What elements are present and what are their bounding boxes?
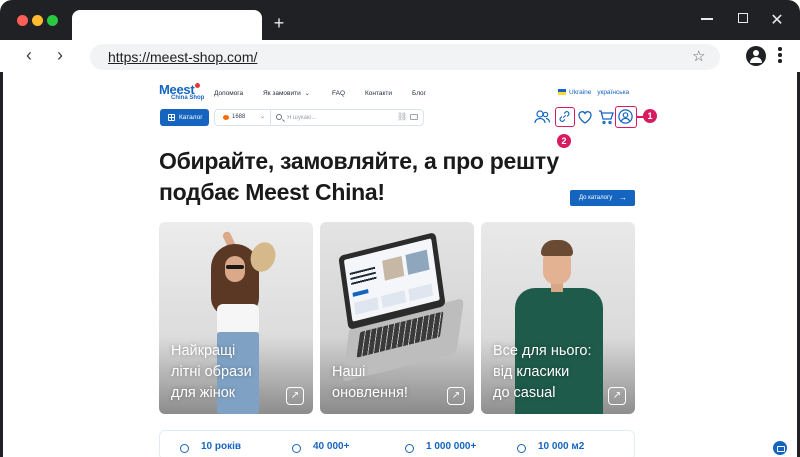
marketplace-logo-icon: [223, 115, 229, 120]
logo-dot-icon: [195, 83, 200, 88]
stat-parcels: 1 000 000+: [426, 441, 477, 452]
heart-icon[interactable]: [576, 108, 594, 126]
man-photo-hair: [541, 240, 573, 256]
catalog-button[interactable]: Каталог: [160, 109, 209, 126]
address-bar[interactable]: https://meest-shop.com/ ☆: [90, 44, 720, 70]
window-frame-left: [0, 72, 3, 457]
new-tab-button[interactable]: +: [270, 13, 288, 33]
promo-card-updates[interactable]: Наші оновлення! ↗: [320, 222, 474, 414]
laptop-photo-button: [352, 289, 369, 297]
bookmark-star-icon[interactable]: ☆: [692, 47, 705, 65]
hero-title-line-1: Обирайте, замовляйте, а про решту: [159, 148, 559, 174]
go-to-catalog-label: До каталогу: [579, 195, 613, 201]
language-selector[interactable]: Ukraine українська: [558, 89, 629, 96]
country-label: Ukraine: [569, 89, 592, 96]
nav-link-help[interactable]: Допомога: [214, 90, 243, 97]
nav-link-faq[interactable]: FAQ: [332, 90, 345, 97]
link-search-icon[interactable]: ⛓: [397, 112, 407, 121]
maximize-icon[interactable]: [738, 13, 748, 23]
ukraine-flag-icon: [558, 89, 566, 95]
woman-photo-sunglasses: [226, 265, 244, 269]
referral-users-icon[interactable]: [533, 108, 551, 126]
location-pin-icon: [517, 444, 526, 453]
promo-card-men-casual[interactable]: Все для нього: від класики до casual ↗: [481, 222, 635, 414]
stat-area: 10 000 м2: [538, 441, 585, 452]
woman-photo-top: [217, 304, 259, 332]
back-arrow-icon[interactable]: ‹: [19, 46, 39, 66]
hero-title-line-2: подбає Meest China!: [159, 179, 385, 205]
site-logo[interactable]: Meest China Shop: [159, 82, 204, 101]
arrow-up-right-icon[interactable]: ↗: [608, 387, 626, 405]
minimize-window-dot[interactable]: [32, 15, 43, 26]
nav-link-how-to-order[interactable]: Як замовити ⌄: [263, 90, 310, 97]
promo-card-title-line: літні образи: [171, 364, 252, 380]
annotation-badge-1: 1: [643, 109, 657, 123]
laptop-photo-image-2: [405, 249, 430, 275]
arrow-up-right-icon[interactable]: ↗: [286, 387, 304, 405]
woman-photo-face: [225, 256, 245, 282]
promo-card-title-line: Все для нього:: [493, 343, 592, 359]
location-pin-icon: [405, 444, 414, 453]
nav-link-contacts[interactable]: Контакти: [365, 90, 392, 97]
search-input[interactable]: [287, 112, 387, 123]
cart-icon[interactable]: [597, 108, 615, 126]
search-icon: [276, 114, 282, 120]
location-pin-icon: [180, 444, 189, 453]
account-icon[interactable]: [615, 106, 637, 128]
grid-icon: [168, 114, 175, 121]
promo-card-title-line: Наші: [332, 364, 366, 380]
forward-arrow-icon[interactable]: ›: [50, 46, 70, 66]
laptop-photo-image-1: [382, 255, 405, 281]
browser-tab-active[interactable]: [72, 10, 262, 40]
close-window-dot[interactable]: [17, 15, 28, 26]
arrow-up-right-icon[interactable]: ↗: [447, 387, 465, 405]
language-separator: [593, 89, 595, 96]
promo-card-title-line: для жінок: [171, 385, 236, 401]
language-label: українська: [597, 89, 630, 96]
camera-search-icon[interactable]: [410, 114, 418, 120]
arrow-right-icon: →: [619, 193, 627, 202]
promo-card-title: Найкращі літні образи для жінок: [171, 341, 291, 404]
laptop-photo-heading: [349, 266, 378, 289]
stats-bar: 10 років 40 000+ 1 000 000+ 10 000 м2: [159, 430, 635, 457]
hero-title: Обирайте, замовляйте, а про решту подбає…: [159, 146, 579, 208]
promo-card-title-line: від класики: [493, 364, 570, 380]
minimize-icon[interactable]: [701, 18, 713, 20]
promo-card-title-line: Найкращі: [171, 343, 236, 359]
catalog-button-label: Каталог: [179, 114, 203, 121]
stat-years: 10 років: [201, 441, 242, 452]
stat-clients: 40 000+: [313, 441, 350, 452]
marketplace-selected-value: 1688: [232, 114, 246, 120]
maximize-window-dot[interactable]: [47, 15, 58, 26]
promo-card-title: Все для нього: від класики до casual: [493, 341, 613, 404]
location-pin-icon: [292, 444, 301, 453]
chevron-down-icon: ⌄: [304, 91, 310, 97]
browser-menu-icon[interactable]: [778, 47, 784, 65]
promo-card-women-summer[interactable]: Найкращі літні образи для жінок ↗: [159, 222, 313, 414]
link-icon[interactable]: [555, 107, 575, 127]
nav-link-how-to-order-label: Як замовити: [263, 90, 301, 97]
nav-link-blog[interactable]: Блог: [412, 90, 426, 97]
search-bar: 1688 ⌄ ⛓: [214, 109, 424, 126]
browser-toolbar: ‹ › https://meest-shop.com/ ☆: [0, 40, 800, 72]
url-text[interactable]: https://meest-shop.com/: [108, 49, 257, 65]
logo-subtitle: China Shop: [171, 95, 205, 101]
chat-widget-icon[interactable]: [773, 441, 787, 455]
laptop-photo-webpage: [343, 238, 440, 322]
profile-avatar-icon[interactable]: [746, 46, 766, 66]
browser-title-bar: + ✕: [0, 0, 800, 40]
promo-card-title-line: до casual: [493, 385, 556, 401]
chevron-down-icon: ⌄: [260, 114, 266, 120]
marketplace-select[interactable]: 1688 ⌄: [215, 110, 271, 125]
promo-card-title: Наші оновлення!: [332, 362, 452, 404]
go-to-catalog-button[interactable]: До каталогу →: [570, 190, 635, 206]
laptop-photo-row: [353, 283, 434, 315]
promo-card-title-line: оновлення!: [332, 385, 408, 401]
close-icon[interactable]: ✕: [767, 10, 787, 30]
